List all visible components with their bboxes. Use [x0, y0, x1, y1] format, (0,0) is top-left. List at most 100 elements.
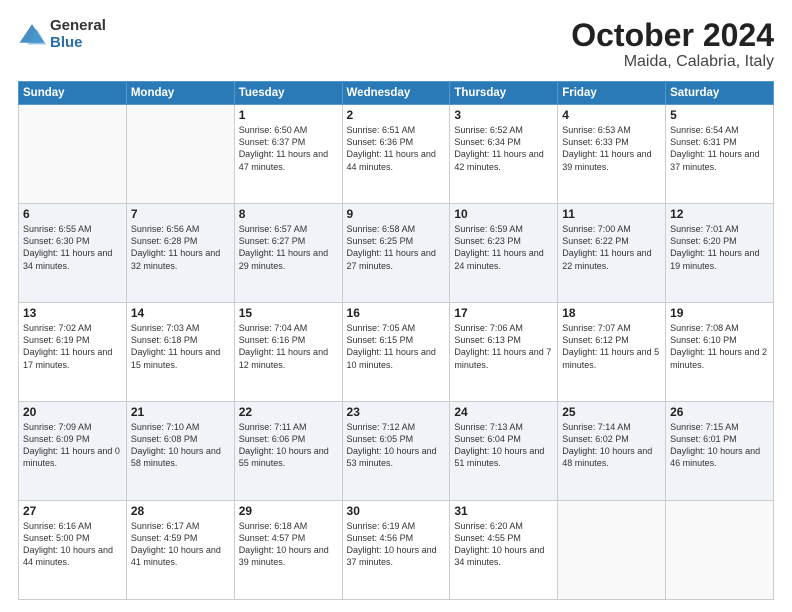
day-number: 15: [239, 306, 338, 320]
table-row: 3 Sunrise: 6:52 AM Sunset: 6:34 PM Daylig…: [450, 105, 558, 204]
table-row: [126, 105, 234, 204]
day-detail: Sunrise: 7:06 AM Sunset: 6:13 PM Dayligh…: [454, 322, 553, 371]
day-detail: Sunrise: 7:10 AM Sunset: 6:08 PM Dayligh…: [131, 421, 230, 470]
title-block: October 2024 Maida, Calabria, Italy: [571, 18, 774, 71]
day-number: 12: [670, 207, 769, 221]
day-detail: Sunrise: 6:16 AM Sunset: 5:00 PM Dayligh…: [23, 520, 122, 569]
table-row: 20 Sunrise: 7:09 AM Sunset: 6:09 PM Dayli…: [19, 402, 127, 501]
table-row: [19, 105, 127, 204]
day-detail: Sunrise: 7:15 AM Sunset: 6:01 PM Dayligh…: [670, 421, 769, 470]
day-number: 2: [347, 108, 446, 122]
title-month: October 2024: [571, 18, 774, 53]
day-number: 9: [347, 207, 446, 221]
day-detail: Sunrise: 6:57 AM Sunset: 6:27 PM Dayligh…: [239, 223, 338, 272]
day-number: 25: [562, 405, 661, 419]
calendar-week-2: 6Sunrise: 6:55 AM Sunset: 6:30 PM Daylig…: [19, 204, 774, 303]
col-thursday: Thursday: [450, 82, 558, 105]
col-wednesday: Wednesday: [342, 82, 450, 105]
table-row: 27Sunrise: 6:16 AM Sunset: 5:00 PM Dayli…: [19, 501, 127, 600]
day-detail: Sunrise: 6:56 AM Sunset: 6:28 PM Dayligh…: [131, 223, 230, 272]
day-number: 24: [454, 405, 553, 419]
day-number: 8: [239, 207, 338, 221]
day-number: 1: [239, 108, 338, 122]
day-number: 30: [347, 504, 446, 518]
table-row: 10 Sunrise: 6:59 AM Sunset: 6:23 PM Dayli…: [450, 204, 558, 303]
day-number: 14: [131, 306, 230, 320]
day-number: 17: [454, 306, 553, 320]
day-detail: Sunrise: 7:05 AM Sunset: 6:15 PM Dayligh…: [347, 322, 446, 371]
day-detail: Sunrise: 6:51 AM Sunset: 6:36 PM Dayligh…: [347, 124, 446, 173]
col-monday: Monday: [126, 82, 234, 105]
calendar-table: Sunday Monday Tuesday Wednesday Thursday…: [18, 81, 774, 600]
day-detail: Sunrise: 7:00 AM Sunset: 6:22 PM Dayligh…: [562, 223, 661, 272]
table-row: 1 Sunrise: 6:50 AM Sunset: 6:37 PM Daylig…: [234, 105, 342, 204]
day-detail: Sunrise: 7:01 AM Sunset: 6:20 PM Dayligh…: [670, 223, 769, 272]
day-detail: Sunrise: 6:59 AM Sunset: 6:23 PM Dayligh…: [454, 223, 553, 272]
table-row: 21Sunrise: 7:10 AM Sunset: 6:08 PM Dayli…: [126, 402, 234, 501]
col-sunday: Sunday: [19, 82, 127, 105]
day-detail: Sunrise: 7:12 AM Sunset: 6:05 PM Dayligh…: [347, 421, 446, 470]
table-row: 8 Sunrise: 6:57 AM Sunset: 6:27 PM Daylig…: [234, 204, 342, 303]
page: General Blue October 2024 Maida, Calabri…: [0, 0, 792, 612]
day-number: 26: [670, 405, 769, 419]
logo-icon: [18, 21, 46, 49]
day-detail: Sunrise: 7:03 AM Sunset: 6:18 PM Dayligh…: [131, 322, 230, 371]
day-number: 10: [454, 207, 553, 221]
day-detail: Sunrise: 6:19 AM Sunset: 4:56 PM Dayligh…: [347, 520, 446, 569]
table-row: 9 Sunrise: 6:58 AM Sunset: 6:25 PM Daylig…: [342, 204, 450, 303]
day-number: 20: [23, 405, 122, 419]
table-row: 16 Sunrise: 7:05 AM Sunset: 6:15 PM Dayli…: [342, 303, 450, 402]
day-detail: Sunrise: 7:04 AM Sunset: 6:16 PM Dayligh…: [239, 322, 338, 371]
table-row: 26 Sunrise: 7:15 AM Sunset: 6:01 PM Dayli…: [666, 402, 774, 501]
table-row: 12 Sunrise: 7:01 AM Sunset: 6:20 PM Dayli…: [666, 204, 774, 303]
day-detail: Sunrise: 7:09 AM Sunset: 6:09 PM Dayligh…: [23, 421, 122, 470]
title-location: Maida, Calabria, Italy: [571, 53, 774, 71]
day-number: 4: [562, 108, 661, 122]
day-number: 16: [347, 306, 446, 320]
day-detail: Sunrise: 7:11 AM Sunset: 6:06 PM Dayligh…: [239, 421, 338, 470]
calendar-week-1: 1 Sunrise: 6:50 AM Sunset: 6:37 PM Daylig…: [19, 105, 774, 204]
day-number: 28: [131, 504, 230, 518]
day-detail: Sunrise: 7:13 AM Sunset: 6:04 PM Dayligh…: [454, 421, 553, 470]
day-number: 18: [562, 306, 661, 320]
col-tuesday: Tuesday: [234, 82, 342, 105]
day-detail: Sunrise: 7:07 AM Sunset: 6:12 PM Dayligh…: [562, 322, 661, 371]
table-row: [666, 501, 774, 600]
day-number: 5: [670, 108, 769, 122]
logo-general: General: [50, 18, 106, 35]
header-row: Sunday Monday Tuesday Wednesday Thursday…: [19, 82, 774, 105]
calendar-week-4: 20 Sunrise: 7:09 AM Sunset: 6:09 PM Dayli…: [19, 402, 774, 501]
day-detail: Sunrise: 6:55 AM Sunset: 6:30 PM Dayligh…: [23, 223, 122, 272]
day-detail: Sunrise: 6:52 AM Sunset: 6:34 PM Dayligh…: [454, 124, 553, 173]
day-detail: Sunrise: 6:50 AM Sunset: 6:37 PM Dayligh…: [239, 124, 338, 173]
day-number: 11: [562, 207, 661, 221]
table-row: 30 Sunrise: 6:19 AM Sunset: 4:56 PM Dayli…: [342, 501, 450, 600]
day-number: 13: [23, 306, 122, 320]
logo: General Blue: [18, 18, 106, 51]
logo-blue: Blue: [50, 35, 106, 52]
table-row: 22Sunrise: 7:11 AM Sunset: 6:06 PM Dayli…: [234, 402, 342, 501]
day-detail: Sunrise: 6:53 AM Sunset: 6:33 PM Dayligh…: [562, 124, 661, 173]
table-row: 4 Sunrise: 6:53 AM Sunset: 6:33 PM Daylig…: [558, 105, 666, 204]
day-detail: Sunrise: 6:58 AM Sunset: 6:25 PM Dayligh…: [347, 223, 446, 272]
col-friday: Friday: [558, 82, 666, 105]
day-detail: Sunrise: 6:18 AM Sunset: 4:57 PM Dayligh…: [239, 520, 338, 569]
col-saturday: Saturday: [666, 82, 774, 105]
day-detail: Sunrise: 6:54 AM Sunset: 6:31 PM Dayligh…: [670, 124, 769, 173]
day-detail: Sunrise: 7:02 AM Sunset: 6:19 PM Dayligh…: [23, 322, 122, 371]
day-detail: Sunrise: 6:20 AM Sunset: 4:55 PM Dayligh…: [454, 520, 553, 569]
table-row: 7Sunrise: 6:56 AM Sunset: 6:28 PM Daylig…: [126, 204, 234, 303]
table-row: 6Sunrise: 6:55 AM Sunset: 6:30 PM Daylig…: [19, 204, 127, 303]
table-row: 19Sunrise: 7:08 AM Sunset: 6:10 PM Dayli…: [666, 303, 774, 402]
table-row: 29 Sunrise: 6:18 AM Sunset: 4:57 PM Dayli…: [234, 501, 342, 600]
table-row: 13 Sunrise: 7:02 AM Sunset: 6:19 PM Dayli…: [19, 303, 127, 402]
table-row: 17 Sunrise: 7:06 AM Sunset: 6:13 PM Dayli…: [450, 303, 558, 402]
table-row: 18 Sunrise: 7:07 AM Sunset: 6:12 PM Dayli…: [558, 303, 666, 402]
day-number: 29: [239, 504, 338, 518]
table-row: [558, 501, 666, 600]
table-row: 14 Sunrise: 7:03 AM Sunset: 6:18 PM Dayli…: [126, 303, 234, 402]
day-number: 3: [454, 108, 553, 122]
table-row: 31Sunrise: 6:20 AM Sunset: 4:55 PM Dayli…: [450, 501, 558, 600]
table-row: 15 Sunrise: 7:04 AM Sunset: 6:16 PM Dayli…: [234, 303, 342, 402]
logo-text: General Blue: [50, 18, 106, 51]
